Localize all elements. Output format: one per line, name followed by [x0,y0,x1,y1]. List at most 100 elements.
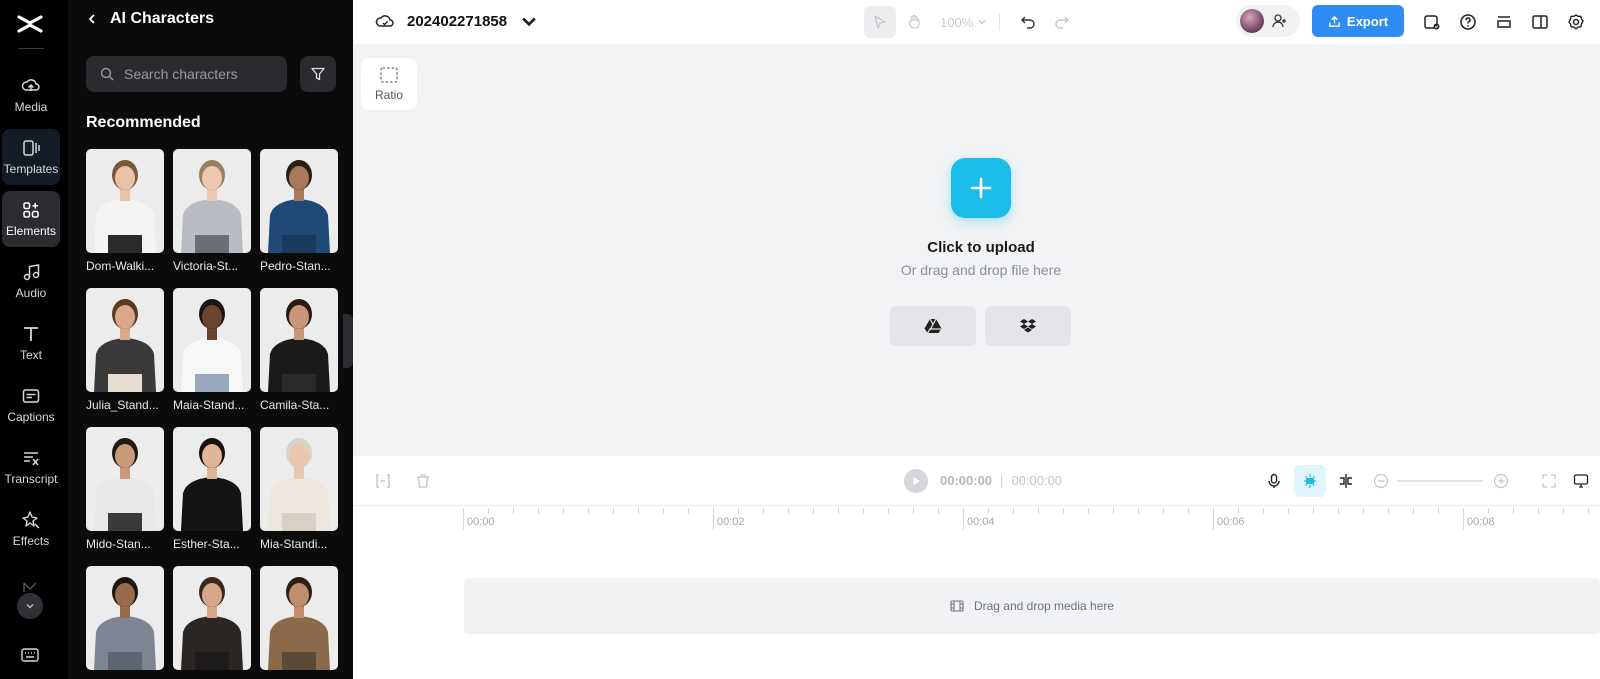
character-search[interactable] [86,56,287,92]
delete-button[interactable] [407,465,439,497]
ruler-minor-tick [1088,508,1089,514]
rail-item-effects[interactable]: Effects [2,501,60,557]
rail-item-captions[interactable]: Captions [2,377,60,433]
timeline-zoom-slider[interactable] [1397,480,1483,482]
ruler-minor-tick [488,508,489,514]
zoom-out-button[interactable] [1365,465,1397,497]
effects-sparkle-icon [22,511,40,529]
play-button[interactable] [904,469,928,493]
rail-item-audio[interactable]: Audio [2,253,60,309]
microphone-icon [1268,473,1280,488]
keyboard-icon[interactable] [20,645,40,665]
split-trim-button[interactable] [367,465,399,497]
topbar-right-tools [1416,6,1592,38]
character-card[interactable]: Esther-Sta... [173,427,251,555]
pointer-arrow-icon [874,15,886,29]
ruler-major-tick [463,508,464,530]
auto-snap-button[interactable] [1294,465,1326,497]
layers-button[interactable] [1488,6,1520,38]
fit-timeline-button[interactable] [1533,465,1565,497]
google-drive-button[interactable] [890,306,976,346]
templates-icon [23,140,40,156]
character-card[interactable] [260,566,338,679]
ruler-minor-tick [1263,508,1264,514]
redo-icon [1055,16,1070,29]
ruler-minor-tick [913,508,914,514]
ruler-minor-tick [863,508,864,514]
ruler-minor-tick [1113,508,1114,514]
zoom-in-button[interactable] [1485,465,1517,497]
help-button[interactable] [1452,6,1484,38]
export-button[interactable]: Export [1312,5,1404,37]
ai-characters-panel: AI Characters Recommended Dom-Walki... Vi… [68,0,353,679]
back-chevron-icon[interactable] [86,13,98,25]
search-input[interactable] [124,66,274,82]
top-bar: 202402271858 100% Export [353,0,1600,44]
character-thumbnail [260,566,338,670]
chevron-down-icon [522,17,536,27]
canvas-tools: 100% [864,6,1078,38]
ruler-minor-tick [1438,508,1439,514]
character-card[interactable]: Mido-Stan... [86,427,164,555]
captions-icon [22,389,40,403]
character-name: Victoria-St... [173,259,239,273]
panel-collapse-handle[interactable] [343,314,353,368]
dropbox-button[interactable] [985,306,1071,346]
upload-button[interactable] [951,158,1011,218]
trim-bracket-icon [376,474,390,488]
rail-item-elements[interactable]: Elements [2,191,60,247]
character-card[interactable]: Mia-Standi... [260,427,338,555]
media-dropzone[interactable]: Drag and drop media here [464,578,1600,634]
chevron-down-icon [978,20,986,25]
character-card[interactable]: Camila-Sta... [260,288,338,416]
upload-title[interactable]: Click to upload [831,239,1131,256]
record-voice-button[interactable] [1258,465,1290,497]
ruler-label: 00:00 [467,516,495,528]
rail-more-button[interactable] [17,593,43,619]
google-drive-icon [924,318,942,334]
character-card[interactable]: Maia-Stand... [173,288,251,416]
layers-stack-icon [1497,16,1511,28]
select-tool-button[interactable] [864,6,896,38]
ruler-minor-tick [613,508,614,514]
character-card[interactable]: Julia_Stand... [86,288,164,416]
preview-monitor-button[interactable] [1565,465,1597,497]
ruler-label: 00:02 [717,516,745,528]
zoom-dropdown[interactable]: 100% [940,15,987,30]
export-label: Export [1346,13,1389,29]
ruler-minor-tick [813,508,814,514]
split-cut-icon [1340,474,1352,488]
character-card[interactable] [173,566,251,679]
character-card[interactable]: Pedro-Stan... [260,149,338,277]
rail-item-templates[interactable]: Templates [2,129,60,185]
rail-item-label: Audio [15,286,47,300]
play-icon [913,477,920,485]
collaborators-group[interactable] [1236,5,1300,37]
ruler-minor-tick [1338,508,1339,514]
settings-button[interactable] [1560,6,1592,38]
time-ruler[interactable]: 00:00 00:02 00:04 00:06 00:08 [463,506,1600,532]
elements-icon [23,202,39,218]
character-name: Julia_Stand... [86,398,159,412]
project-title-group[interactable]: 202402271858 [375,11,539,31]
rail-item-text[interactable]: Text [2,315,60,371]
ruler-major-tick [963,508,964,530]
section-recommended: Recommended [86,114,201,131]
hand-icon [908,14,920,29]
redo-button[interactable] [1046,6,1078,38]
character-card[interactable] [86,566,164,679]
undo-button[interactable] [1012,6,1044,38]
hand-tool-button[interactable] [898,6,930,38]
character-card[interactable]: Victoria-St... [173,149,251,277]
split-button[interactable] [1330,465,1362,497]
layout-toggle-button[interactable] [1524,6,1556,38]
character-card[interactable]: Dom-Walki... [86,149,164,277]
filter-button[interactable] [300,56,336,92]
ratio-button[interactable]: Ratio [361,58,417,110]
ruler-minor-tick [738,508,739,514]
ruler-minor-tick [1188,508,1189,514]
review-button[interactable] [1416,6,1448,38]
rail-item-transcript[interactable]: Transcript [2,439,60,495]
panel-title: AI Characters [110,10,215,27]
rail-item-media[interactable]: Media [2,67,60,123]
